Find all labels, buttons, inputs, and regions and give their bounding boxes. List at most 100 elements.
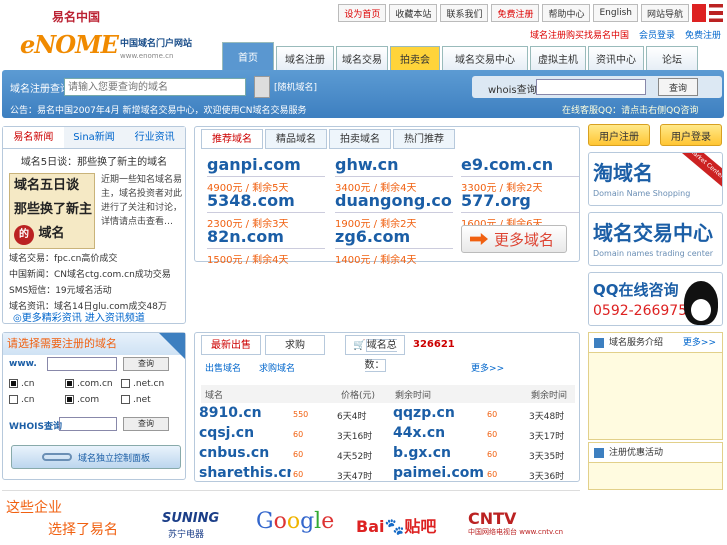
ext-checkbox[interactable]: .net [121,395,151,405]
featured-domain[interactable]: ganpi.com 4900元 / 剩余5天 [207,155,325,194]
news-item[interactable]: SMS短信：19元域名活动 [9,283,171,299]
nav-tab[interactable]: 域名注册 [276,46,334,70]
search-button[interactable] [254,76,270,98]
random-domain-link[interactable]: [随机域名] [274,80,317,93]
featured-domain[interactable]: 82n.com 1500元 / 剩余4天 [207,227,325,266]
register-domain-input[interactable] [47,357,117,371]
ext-label: .com.cn [77,379,113,389]
baidu-logo[interactable]: Bai🐾贴吧 [356,513,436,537]
whois-button[interactable]: 查询 [658,78,698,96]
nav-tab[interactable]: 资讯中心 [588,46,644,70]
nav-tab[interactable]: 域名交易 [336,46,388,70]
domain-sale-panel: 最新出售 求购 🛒域名总数： 326621 出售域名 求购域名 更多>> 域名 … [194,332,580,482]
top-link[interactable]: 设为首页 [338,4,387,22]
register-whois-button[interactable]: 查询 [123,417,169,431]
sale-row[interactable]: 8910.cn 550 6天4时 qqzp.cn 60 3天48时 [199,405,577,425]
account-links: 域名注册购买找易名中国 会员登录 免费注册 [530,28,721,41]
tab-latest-sale[interactable]: 最新出售 [201,335,261,355]
ext-checkbox[interactable]: .com [65,395,99,405]
sale-price: 60 [487,430,498,439]
tab-sina-news[interactable]: Sina新闻 [63,127,125,148]
suning-logo[interactable]: SUNING [162,511,219,526]
sale-row[interactable]: cnbus.cn 60 4天52时 b.gx.cn 60 3天35时 [199,445,577,465]
ext-label: .com [77,395,100,405]
announcement[interactable]: 公告：易名中国2007年4月 新增域名交易中心，欢迎使用CN域名交易服务 [10,103,307,116]
wanted-domains-link[interactable]: 求购域名 [259,361,295,374]
trade-center-ad[interactable]: 域名交易中心 Domain names trading center [588,212,723,266]
sell-domains-link[interactable]: 出售域名 [205,361,241,374]
user-login-button[interactable]: 用户登录 [660,124,722,146]
login-link[interactable]: 会员登录 [639,28,675,41]
news-headline[interactable]: 域名5日谈：那些换了新主的域名 [3,153,185,168]
register-whois-input[interactable] [59,417,117,431]
qq-consult-ad[interactable]: QQ在线咨询 0592-2669759 [588,272,723,326]
tab-auction[interactable]: 拍卖域名 [329,129,391,149]
logo-cn: 易名中国 [52,10,101,24]
register-title: 请选择需要注册的域名 [3,333,185,355]
sale-price: 60 [487,450,498,459]
tab-premium[interactable]: 精品域名 [265,129,327,149]
nav-tab[interactable]: 域名交易中心 [442,46,528,70]
sale-domain[interactable]: sharethis.cn [199,465,291,481]
whois-input[interactable] [536,79,646,95]
sale-more-link[interactable]: 更多>> [471,361,504,374]
news-image[interactable]: 域名五日谈 那些换了新主 的 域名 [9,173,95,249]
more-domains-button[interactable]: 更多域名 [461,225,567,253]
sale-domain[interactable]: b.gx.cn [393,445,485,461]
sale-domain[interactable]: 8910.cn [199,405,291,421]
featured-domain[interactable]: zg6.com 1400元 / 剩余4天 [335,227,453,266]
domain-search-input[interactable] [64,78,246,96]
top-link[interactable]: 联系我们 [440,4,489,22]
tab-wanted[interactable]: 求购 [265,335,325,355]
tab-hot[interactable]: 热门推荐 [393,129,455,149]
site-logo[interactable]: 易名中国 eNOME 中国域名门户网站 www.enome.cn [8,6,208,60]
cntv-logo[interactable]: CNTV [468,509,516,528]
us-flag-icon[interactable] [709,4,723,22]
tab-industry-news[interactable]: 行业资讯 [124,127,186,148]
service-more-link[interactable]: 更多>> [683,333,716,353]
user-register-button[interactable]: 用户注册 [588,124,650,146]
news-more-link[interactable]: ◎更多精彩资讯 进入资讯频道 [13,309,145,324]
tab-recommended[interactable]: 推荐域名 [201,129,263,149]
top-link[interactable]: English [593,4,638,22]
tab-enome-news[interactable]: 易名新闻 [3,127,64,148]
sale-domain[interactable]: qqzp.cn [393,405,485,421]
sale-domain[interactable]: cnbus.cn [199,445,291,461]
top-link[interactable]: 免费注册 [491,4,540,22]
featured-domain[interactable]: duangong.com1900元 / 剩余2天 [335,191,453,230]
ext-checkbox[interactable]: .net.cn [121,379,164,389]
ext-checkbox[interactable]: .com.cn [65,379,113,389]
ext-checkbox[interactable]: .cn [9,379,35,389]
featured-domain[interactable]: 5348.com 2300元 / 剩余3天 [207,191,325,230]
sale-row[interactable]: cqsj.cn 60 3天16时 44x.cn 60 3天17时 [199,425,577,445]
control-panel-button[interactable]: 域名独立控制面板 [11,445,181,469]
nav-tab[interactable]: 拍卖会 [390,46,440,70]
featured-domain[interactable]: e9.com.cn 3300元 / 剩余2天 [461,155,579,194]
slogan-link[interactable]: 域名注册购买找易名中国 [530,28,629,41]
top-link[interactable]: 网站导航 [640,4,689,22]
nav-tab[interactable]: 首页 [222,42,274,70]
nav-tab[interactable]: 论坛 [646,46,698,70]
sale-row[interactable]: sharethis.cn 60 3天47时 paimei.com 60 3天36时 [199,465,577,485]
top-link[interactable]: 收藏本站 [389,4,438,22]
featured-domain[interactable]: ghw.cn 3400元 / 剩余4天 [335,155,453,194]
market-ribbon: Market Center [676,153,722,190]
cn-flag-icon[interactable] [692,4,706,22]
qq-notice[interactable]: 在线客服QQ：请点击右侧QQ咨询 [562,103,698,116]
baidu-paw-icon: 🐾 [384,517,405,536]
register-link[interactable]: 免费注册 [685,28,721,41]
news-item[interactable]: 域名交易：fpc.cn高价成交 [9,251,171,267]
nav-tab[interactable]: 虚拟主机 [530,46,586,70]
news-item[interactable]: 中国新闻：CN域名ctg.com.cn成功交易 [9,267,171,283]
sale-domain[interactable]: 44x.cn [393,425,485,441]
domain-tabs: 推荐域名 精品域名 拍卖域名 热门推荐 [201,129,455,149]
google-logo[interactable]: Google [256,509,334,534]
arrow-right-icon [470,233,488,245]
ext-checkbox[interactable]: .cn [9,395,35,405]
register-query-button[interactable]: 查询 [123,357,169,371]
sale-domain[interactable]: cqsj.cn [199,425,291,441]
taobao-domain-ad[interactable]: 淘域名 Domain Name Shopping Market Center [588,152,723,206]
news-panel: 易名新闻 Sina新闻 行业资讯 域名5日谈：那些换了新主的域名 域名五日谈 那… [2,126,186,324]
sale-domain[interactable]: paimei.com [393,465,485,481]
top-link[interactable]: 帮助中心 [542,4,591,22]
